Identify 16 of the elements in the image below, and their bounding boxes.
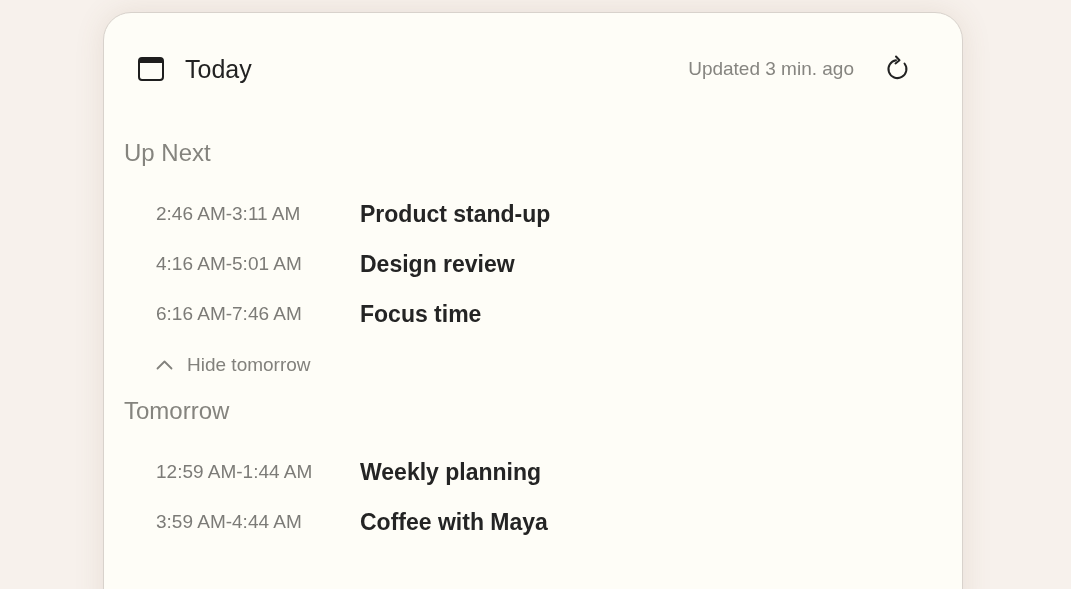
hide-tomorrow-toggle[interactable]: Hide tomorrow [156, 339, 311, 391]
event-time: 3:59 AM-4:44 AM [156, 511, 303, 533]
event-title: Product stand-up [360, 200, 551, 228]
event-time: 6:16 AM-7:46 AM [156, 303, 303, 325]
updated-time: Updated 3 min. ago [688, 58, 854, 80]
event-time: 2:46 AM-3:11 AM [156, 203, 302, 225]
widget-title: Today [185, 54, 253, 84]
section-heading: Up Next [124, 138, 212, 168]
calendar-icon [138, 57, 164, 81]
event-time: 4:16 AM-5:01 AM [156, 253, 303, 275]
event-time: 12:59 AM-1:44 AM [156, 461, 314, 483]
event-title: Design review [360, 250, 515, 278]
section-heading: Tomorrow [124, 396, 231, 426]
event-title: Focus time [360, 300, 482, 328]
event-title: Weekly planning [360, 458, 542, 486]
event-title: Coffee with Maya [360, 508, 548, 536]
